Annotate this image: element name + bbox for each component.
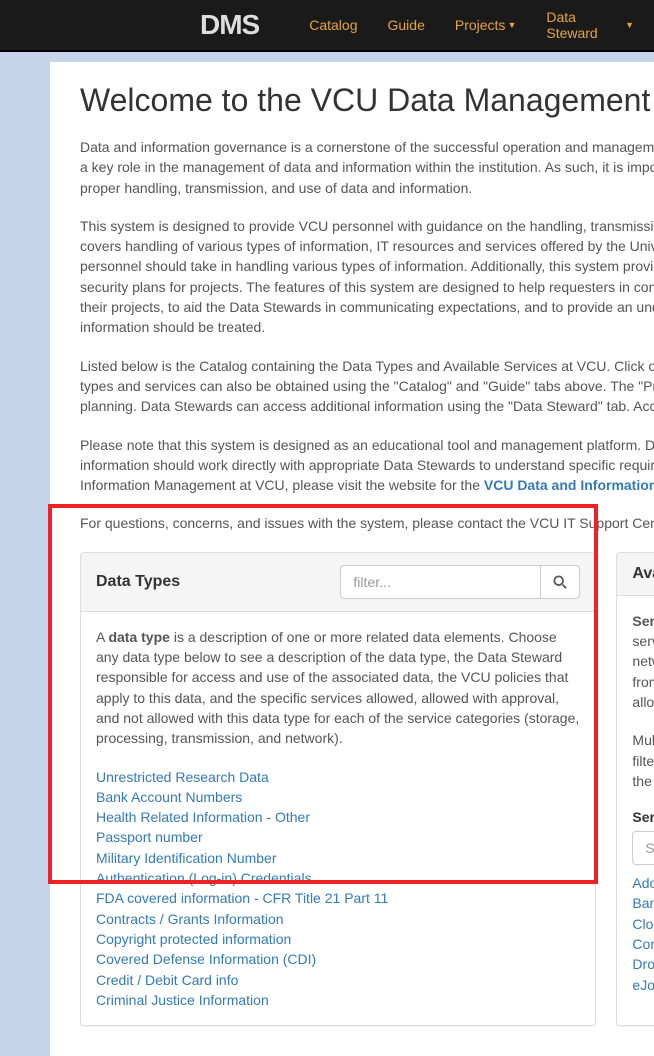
data-type-link[interactable]: Authentication (Log-in) Credentials bbox=[96, 868, 580, 888]
data-type-link[interactable]: Military Identification Number bbox=[96, 848, 580, 868]
chevron-down-icon: ▼ bbox=[625, 20, 634, 30]
page-title: Welcome to the VCU Data Management Syste… bbox=[80, 82, 654, 119]
data-type-link[interactable]: Covered Defense Information (CDI) bbox=[96, 949, 580, 969]
nav-data-steward[interactable]: Data Steward▼ bbox=[546, 9, 634, 41]
services-desc1: Services are IT resources andservices of… bbox=[632, 611, 654, 712]
services-list: Adobe SignBannerCloud StorageCompute Clu… bbox=[632, 873, 654, 995]
data-types-filter-group bbox=[340, 565, 580, 599]
service-link[interactable]: Cloud Storage bbox=[632, 914, 654, 934]
services-filter-input[interactable] bbox=[632, 831, 654, 865]
main-content: Welcome to the VCU Data Management Syste… bbox=[50, 62, 654, 1056]
nav-guide-label: Guide bbox=[388, 17, 425, 33]
services-title: Available Services bbox=[632, 565, 654, 583]
services-body: Services are IT resources andservices of… bbox=[617, 596, 654, 1010]
data-types-list: Unrestricted Research DataBank Account N… bbox=[96, 767, 580, 1011]
intro-p3: Listed below is the Catalog containing t… bbox=[80, 356, 654, 417]
data-types-filter-input[interactable] bbox=[340, 565, 540, 599]
data-types-heading: Data Types bbox=[81, 553, 595, 612]
service-link[interactable]: Banner bbox=[632, 893, 654, 913]
intro-p4: Please note that this system is designed… bbox=[80, 435, 654, 496]
service-link[interactable]: eJobs bbox=[632, 975, 654, 995]
services-desc2: Multiple services can be compared. Use t… bbox=[632, 730, 654, 791]
nav-guide[interactable]: Guide bbox=[388, 9, 425, 41]
panels-row: Data Types A data type is a description … bbox=[80, 552, 654, 1026]
data-types-desc: A data type is a description of one or m… bbox=[96, 627, 580, 749]
services-list-label: Services bbox=[632, 809, 654, 825]
data-types-title: Data Types bbox=[96, 573, 180, 591]
nav-data-steward-label: Data Steward bbox=[546, 9, 623, 41]
data-types-body: A data type is a description of one or m… bbox=[81, 612, 595, 1025]
nav-links: Catalog Guide Projects▼ Data Steward▼ bbox=[309, 9, 634, 41]
service-link[interactable]: Dropbox bbox=[632, 954, 654, 974]
intro-text: Data and information governance is a cor… bbox=[80, 137, 654, 534]
data-type-link[interactable]: Bank Account Numbers bbox=[96, 787, 580, 807]
data-type-link[interactable]: Contracts / Grants Information bbox=[96, 909, 580, 929]
data-type-link[interactable]: Passport number bbox=[96, 827, 580, 847]
nav-catalog-label: Catalog bbox=[309, 17, 357, 33]
search-icon bbox=[553, 575, 567, 589]
nav-projects[interactable]: Projects▼ bbox=[455, 9, 517, 41]
data-types-search-button[interactable] bbox=[540, 565, 580, 599]
data-type-link[interactable]: Copyright protected information bbox=[96, 929, 580, 949]
service-link[interactable]: Adobe Sign bbox=[632, 873, 654, 893]
data-type-link[interactable]: FDA covered information - CFR Title 21 P… bbox=[96, 888, 580, 908]
data-type-link[interactable]: Credit / Debit Card info bbox=[96, 970, 580, 990]
data-type-link[interactable]: Health Related Information - Other bbox=[96, 807, 580, 827]
data-type-link[interactable]: Criminal Justice Information bbox=[96, 990, 580, 1010]
intro-p1: Data and information governance is a cor… bbox=[80, 137, 654, 198]
info-mgmt-link[interactable]: VCU Data and Information Management bbox=[484, 477, 654, 493]
data-types-panel: Data Types A data type is a description … bbox=[80, 552, 596, 1026]
intro-p2: This system is designed to provide VCU p… bbox=[80, 216, 654, 338]
top-navbar: DMS Catalog Guide Projects▼ Data Steward… bbox=[0, 0, 654, 52]
nav-catalog[interactable]: Catalog bbox=[309, 9, 357, 41]
services-heading: Available Services bbox=[617, 553, 654, 596]
nav-projects-label: Projects bbox=[455, 17, 506, 33]
service-link[interactable]: Compute Cluster bbox=[632, 934, 654, 954]
services-panel: Available Services Services are IT resou… bbox=[616, 552, 654, 1026]
data-type-link[interactable]: Unrestricted Research Data bbox=[96, 767, 580, 787]
chevron-down-icon: ▼ bbox=[507, 20, 516, 30]
brand-logo[interactable]: DMS bbox=[200, 9, 259, 41]
intro-p5: For questions, concerns, and issues with… bbox=[80, 513, 654, 533]
